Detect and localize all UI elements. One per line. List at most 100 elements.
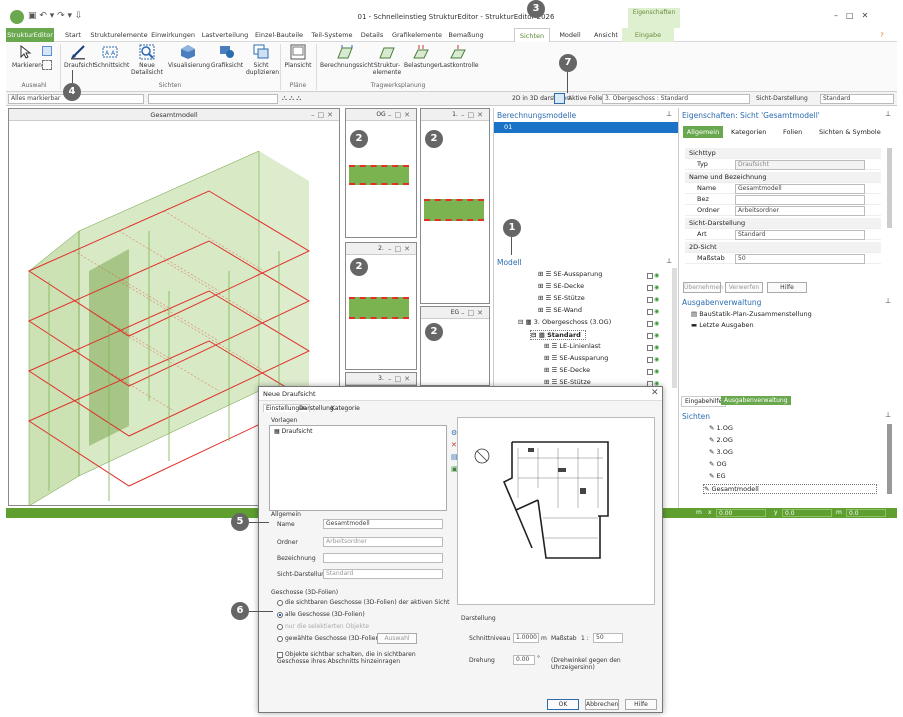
- pin-icon[interactable]: ⊥: [885, 110, 891, 118]
- sicht-duplizieren-button[interactable]: Sicht duplizieren: [246, 44, 279, 76]
- schnittniveau-input[interactable]: 1.0000: [513, 633, 539, 643]
- dialog-hilfe-button[interactable]: Hilfe: [625, 699, 657, 710]
- bez-field[interactable]: [735, 195, 865, 205]
- tab-folien[interactable]: Folien: [783, 128, 802, 136]
- view-window-controls[interactable]: –□✕: [311, 109, 336, 121]
- option-alle-geschosse[interactable]: alle Geschosse (3D-Folien): [277, 611, 365, 618]
- secondary-combo[interactable]: [148, 94, 278, 104]
- dialog-tab-darstellung[interactable]: Darstellung: [299, 405, 334, 412]
- verwerfen-button[interactable]: Verwerfen: [725, 282, 763, 293]
- tree-item[interactable]: ⊞ ☰ SE-Aussparung: [538, 270, 602, 278]
- ok-button[interactable]: OK: [547, 699, 579, 710]
- berechnungsmodell-item[interactable]: 01: [494, 122, 679, 133]
- help-icon[interactable]: ?: [872, 28, 892, 42]
- massstab-field[interactable]: 50: [735, 254, 865, 264]
- visibility-column[interactable]: ◉ ◉ ◉ ◉ ◉ ◉ ◉ ◉ ◉ ◉: [647, 270, 659, 390]
- select-window-icon[interactable]: [42, 60, 52, 70]
- visualisierung-button[interactable]: Visualisierung: [168, 44, 210, 69]
- schnittsicht-button[interactable]: A A Schnittsicht: [94, 44, 129, 69]
- dialog-tab-kategorie[interactable]: Kategorie: [331, 405, 360, 412]
- art-select[interactable]: Standard: [735, 230, 865, 240]
- window-controls[interactable]: –□✕: [834, 11, 876, 20]
- dialog-ordner-select[interactable]: Arbeitsordner: [323, 537, 443, 547]
- aktive-folie-combo[interactable]: 3. Obergeschoss : Standard: [602, 94, 750, 104]
- hilfe-button[interactable]: Hilfe: [767, 282, 807, 293]
- uebernehmen-button[interactable]: Übernehmen: [683, 282, 723, 293]
- view-window-controls[interactable]: –□✕: [388, 243, 413, 255]
- tree-item[interactable]: ⊞ ☰ SE-Decke: [538, 282, 584, 290]
- tab-lastverteilung[interactable]: Lastverteilung: [198, 28, 252, 42]
- sichten-item[interactable]: ✎ 3.OG: [709, 448, 733, 456]
- tab-eingabehilfe[interactable]: Eingabehilfe: [681, 396, 727, 407]
- maximize-button[interactable]: □: [846, 11, 862, 20]
- select-all-icon[interactable]: [42, 46, 52, 56]
- tab-einwirkungen[interactable]: Einwirkungen: [150, 28, 196, 42]
- tab-bemassung[interactable]: Bemaßung: [446, 28, 486, 42]
- sichten-item-selected[interactable]: ✎ Gesamtmodell: [703, 484, 877, 494]
- option-sichtbare[interactable]: die sichtbaren Geschosse (3D-Folien) der…: [277, 599, 450, 606]
- tab-kategorien[interactable]: Kategorien: [731, 128, 766, 136]
- vorlagen-list[interactable]: ▦ Draufsicht: [269, 425, 447, 511]
- tab-eingabe[interactable]: Eingabe: [622, 28, 674, 42]
- tab-modell[interactable]: Modell: [554, 28, 586, 42]
- close-button[interactable]: ✕: [862, 11, 877, 20]
- dialog-sicht-darstellung-select[interactable]: Standard: [323, 569, 443, 579]
- dialog-close-icon[interactable]: ✕: [651, 388, 659, 398]
- sichtbar-checkbox[interactable]: Objekte sichtbar schalten, die in sichtb…: [277, 651, 447, 665]
- option-selektierte[interactable]: nur die selektierten Objekte: [277, 623, 369, 630]
- scrollbar[interactable]: [887, 424, 892, 494]
- markieren-button[interactable]: Markieren: [12, 44, 42, 69]
- tree-item[interactable]: ⊞ ☰ SE-Stütze: [538, 294, 585, 302]
- neue-detailsicht-button[interactable]: Neue Detailsicht: [130, 44, 164, 76]
- pin-icon[interactable]: ⊥: [885, 297, 891, 305]
- ausgabe-item[interactable]: ▤ BauStatik-Plan-Zusammenstellung: [691, 310, 812, 318]
- view-window-3og[interactable]: 3. –□✕: [345, 372, 417, 386]
- sichten-item[interactable]: ✎ 1.OG: [709, 424, 733, 432]
- tab-grafikelemente[interactable]: Grafikelemente: [390, 28, 444, 42]
- sichten-item[interactable]: ✎ 2.OG: [709, 436, 733, 444]
- pin-icon[interactable]: ⊥: [666, 110, 672, 118]
- minimize-button[interactable]: –: [834, 11, 846, 20]
- filter-tools-icons[interactable]: ⛬ ⛬ ⛬: [282, 94, 301, 103]
- option-gewaehlte[interactable]: gewählte Geschosse (3D-Folien): [277, 635, 382, 642]
- name-field[interactable]: Gesamtmodell: [735, 184, 865, 194]
- tab-sichten-symbole[interactable]: Sichten & Symbole: [819, 128, 881, 136]
- auswahl-button[interactable]: Auswahl: [377, 633, 417, 644]
- tree-item[interactable]: ⊞ ☰ SE-Wand: [538, 306, 582, 314]
- ordner-field[interactable]: Arbeitsordner: [735, 206, 865, 216]
- view-window-eg[interactable]: EG –□✕: [420, 306, 490, 386]
- berechnungssicht-button[interactable]: Berechnungssicht: [320, 44, 374, 69]
- scrollbar[interactable]: [672, 268, 677, 388]
- massstab-input[interactable]: 50: [593, 633, 623, 643]
- tab-allgemein[interactable]: Allgemein: [683, 126, 723, 138]
- tab-ansicht[interactable]: Ansicht: [590, 28, 622, 42]
- tree-item-selected[interactable]: ⊟ ▦ Standard: [530, 330, 586, 340]
- belastungen-button[interactable]: Belastungen: [404, 44, 442, 69]
- lastkontrolle-button[interactable]: Lastkontrolle: [440, 44, 479, 69]
- view-window-og[interactable]: OG –□✕: [345, 108, 417, 238]
- pin-icon[interactable]: ⊥: [666, 257, 672, 265]
- vorlage-item[interactable]: ▦ Draufsicht: [274, 428, 313, 435]
- sichten-item[interactable]: ✎ OG: [709, 460, 727, 468]
- view-window-controls[interactable]: –□✕: [461, 109, 486, 121]
- tree-item[interactable]: ⊟ ▦ 3. Obergeschoss (3.OG): [518, 318, 611, 326]
- tree-item[interactable]: ⊞ ☰ SE-Decke: [544, 366, 590, 374]
- dialog-bezeichnung-input[interactable]: [323, 553, 443, 563]
- tab-start[interactable]: Start: [58, 28, 88, 42]
- scrollbar[interactable]: [887, 148, 892, 228]
- sichten-item[interactable]: ✎ EG: [709, 472, 726, 480]
- view-window-controls[interactable]: –□✕: [388, 373, 413, 385]
- abbrechen-button[interactable]: Abbrechen: [585, 699, 619, 710]
- tab-sichten[interactable]: Sichten: [514, 28, 550, 42]
- draufsicht-button[interactable]: Draufsicht: [64, 44, 95, 69]
- drehung-input[interactable]: 0.00: [513, 655, 535, 665]
- plansicht-button[interactable]: Plansicht: [284, 44, 312, 69]
- tab-einzel-bauteile[interactable]: Einzel-Bauteile: [254, 28, 304, 42]
- tab-strukturelemente[interactable]: Strukturelemente: [90, 28, 148, 42]
- pin-icon[interactable]: ⊥: [885, 411, 891, 419]
- view-window-controls[interactable]: –□✕: [388, 109, 413, 121]
- dialog-name-input[interactable]: Gesamtmodell: [323, 519, 443, 529]
- quick-access-icons[interactable]: ▣ ↶ ▾ ↷ ▾ ⇩: [28, 11, 82, 21]
- tab-details[interactable]: Details: [358, 28, 386, 42]
- grafiksicht-button[interactable]: Grafiksicht: [210, 44, 244, 69]
